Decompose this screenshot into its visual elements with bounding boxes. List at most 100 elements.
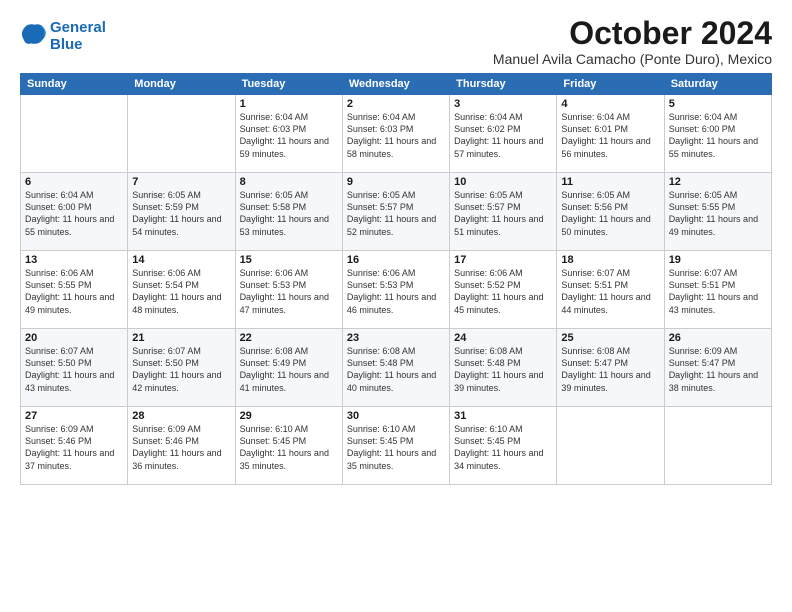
calendar-cell: 27Sunrise: 6:09 AMSunset: 5:46 PMDayligh… [21, 407, 128, 485]
day-info: Sunrise: 6:05 AMSunset: 5:57 PMDaylight:… [347, 189, 445, 238]
calendar-header-monday: Monday [128, 74, 235, 95]
calendar-cell: 17Sunrise: 6:06 AMSunset: 5:52 PMDayligh… [450, 251, 557, 329]
calendar-cell: 24Sunrise: 6:08 AMSunset: 5:48 PMDayligh… [450, 329, 557, 407]
calendar-header-friday: Friday [557, 74, 664, 95]
day-number: 6 [25, 176, 123, 188]
calendar-cell: 30Sunrise: 6:10 AMSunset: 5:45 PMDayligh… [342, 407, 449, 485]
calendar-week-row: 20 Sunrise: 6:07 AMSunset: 5:50 PMDayligh… [21, 329, 772, 407]
calendar-header-thursday: Thursday [450, 74, 557, 95]
day-info: Sunrise: 6:06 AMSunset: 5:54 PMDaylight:… [132, 267, 230, 316]
calendar-cell: 8Sunrise: 6:05 AMSunset: 5:58 PMDaylight… [235, 173, 342, 251]
day-number: 31 [454, 410, 552, 422]
calendar-cell: 19Sunrise: 6:07 AMSunset: 5:51 PMDayligh… [664, 251, 771, 329]
calendar-cell: 23Sunrise: 6:08 AMSunset: 5:48 PMDayligh… [342, 329, 449, 407]
day-number: 21 [132, 332, 230, 344]
calendar-week-row: 1Sunrise: 6:04 AMSunset: 6:03 PMDaylight… [21, 95, 772, 173]
day-number: 29 [240, 410, 338, 422]
calendar-cell [21, 95, 128, 173]
calendar-cell: 28Sunrise: 6:09 AMSunset: 5:46 PMDayligh… [128, 407, 235, 485]
day-info: Sunrise: 6:09 AMSunset: 5:46 PMDaylight:… [25, 423, 123, 472]
calendar-cell: 4Sunrise: 6:04 AMSunset: 6:01 PMDaylight… [557, 95, 664, 173]
calendar-cell: 14Sunrise: 6:06 AMSunset: 5:54 PMDayligh… [128, 251, 235, 329]
day-number: 27 [25, 410, 123, 422]
calendar-cell: 11Sunrise: 6:05 AMSunset: 5:56 PMDayligh… [557, 173, 664, 251]
day-number: 19 [669, 254, 767, 266]
day-info: Sunrise: 6:05 AMSunset: 5:55 PMDaylight:… [669, 189, 767, 238]
day-number: 17 [454, 254, 552, 266]
location-title: Manuel Avila Camacho (Ponte Duro), Mexic… [493, 51, 772, 67]
day-info: Sunrise: 6:06 AMSunset: 5:53 PMDaylight:… [347, 267, 445, 316]
logo-area: General Blue [20, 20, 106, 53]
logo-icon [20, 21, 48, 49]
calendar-cell: 10Sunrise: 6:05 AMSunset: 5:57 PMDayligh… [450, 173, 557, 251]
calendar-cell: 22Sunrise: 6:08 AMSunset: 5:49 PMDayligh… [235, 329, 342, 407]
day-info: Sunrise: 6:07 AMSunset: 5:51 PMDaylight:… [669, 267, 767, 316]
calendar-cell: 9Sunrise: 6:05 AMSunset: 5:57 PMDaylight… [342, 173, 449, 251]
calendar-cell: 1Sunrise: 6:04 AMSunset: 6:03 PMDaylight… [235, 95, 342, 173]
day-number: 20 [25, 332, 123, 344]
day-info: Sunrise: 6:04 AMSunset: 6:03 PMDaylight:… [347, 111, 445, 160]
day-number: 4 [561, 98, 659, 110]
calendar-week-row: 13Sunrise: 6:06 AMSunset: 5:55 PMDayligh… [21, 251, 772, 329]
day-number: 9 [347, 176, 445, 188]
day-info: Sunrise: 6:08 AMSunset: 5:48 PMDaylight:… [347, 345, 445, 394]
calendar-cell [557, 407, 664, 485]
day-info: Sunrise: 6:07 AMSunset: 5:51 PMDaylight:… [561, 267, 659, 316]
calendar-cell: 3Sunrise: 6:04 AMSunset: 6:02 PMDaylight… [450, 95, 557, 173]
day-info: Sunrise: 6:04 AMSunset: 6:00 PMDaylight:… [669, 111, 767, 160]
calendar-cell: 29Sunrise: 6:10 AMSunset: 5:45 PMDayligh… [235, 407, 342, 485]
calendar-header-saturday: Saturday [664, 74, 771, 95]
day-info: Sunrise: 6:10 AMSunset: 5:45 PMDaylight:… [347, 423, 445, 472]
day-info: Sunrise: 6:05 AMSunset: 5:59 PMDaylight:… [132, 189, 230, 238]
day-info: Sunrise: 6:05 AMSunset: 5:58 PMDaylight:… [240, 189, 338, 238]
day-info: Sunrise: 6:06 AMSunset: 5:55 PMDaylight:… [25, 267, 123, 316]
calendar-cell: 12Sunrise: 6:05 AMSunset: 5:55 PMDayligh… [664, 173, 771, 251]
calendar-header-sunday: Sunday [21, 74, 128, 95]
day-number: 24 [454, 332, 552, 344]
calendar-header-wednesday: Wednesday [342, 74, 449, 95]
day-number: 16 [347, 254, 445, 266]
calendar-cell: 5Sunrise: 6:04 AMSunset: 6:00 PMDaylight… [664, 95, 771, 173]
day-number: 28 [132, 410, 230, 422]
day-number: 15 [240, 254, 338, 266]
calendar-cell: 16Sunrise: 6:06 AMSunset: 5:53 PMDayligh… [342, 251, 449, 329]
page: General Blue October 2024 Manuel Avila C… [0, 0, 792, 612]
day-number: 23 [347, 332, 445, 344]
day-info: Sunrise: 6:09 AMSunset: 5:46 PMDaylight:… [132, 423, 230, 472]
calendar-cell: 20Sunrise: 6:07 AMSunset: 5:50 PMDayligh… [21, 329, 128, 407]
day-info: Sunrise: 6:10 AMSunset: 5:45 PMDaylight:… [454, 423, 552, 472]
day-info: Sunrise: 6:10 AMSunset: 5:45 PMDaylight:… [240, 423, 338, 472]
day-number: 18 [561, 254, 659, 266]
day-number: 5 [669, 98, 767, 110]
day-number: 7 [132, 176, 230, 188]
calendar-cell: 26Sunrise: 6:09 AMSunset: 5:47 PMDayligh… [664, 329, 771, 407]
calendar-cell: 7Sunrise: 6:05 AMSunset: 5:59 PMDaylight… [128, 173, 235, 251]
calendar-cell: 2Sunrise: 6:04 AMSunset: 6:03 PMDaylight… [342, 95, 449, 173]
day-info: Sunrise: 6:06 AMSunset: 5:53 PMDaylight:… [240, 267, 338, 316]
calendar-week-row: 6Sunrise: 6:04 AMSunset: 6:00 PMDaylight… [21, 173, 772, 251]
day-number: 10 [454, 176, 552, 188]
day-info: Sunrise: 6:08 AMSunset: 5:49 PMDaylight:… [240, 345, 338, 394]
day-number: 1 [240, 98, 338, 110]
day-info: Sunrise: 6:07 AMSunset: 5:50 PMDaylight:… [132, 345, 230, 394]
calendar-cell: 31Sunrise: 6:10 AMSunset: 5:45 PMDayligh… [450, 407, 557, 485]
calendar-cell: 21Sunrise: 6:07 AMSunset: 5:50 PMDayligh… [128, 329, 235, 407]
day-info: Sunrise: 6:04 AMSunset: 6:02 PMDaylight:… [454, 111, 552, 160]
calendar-cell: 6Sunrise: 6:04 AMSunset: 6:00 PMDaylight… [21, 173, 128, 251]
day-number: 25 [561, 332, 659, 344]
calendar-header-row: SundayMondayTuesdayWednesdayThursdayFrid… [21, 74, 772, 95]
day-info: Sunrise: 6:05 AMSunset: 5:56 PMDaylight:… [561, 189, 659, 238]
day-info: Sunrise: 6:08 AMSunset: 5:48 PMDaylight:… [454, 345, 552, 394]
day-number: 26 [669, 332, 767, 344]
day-number: 22 [240, 332, 338, 344]
header: General Blue October 2024 Manuel Avila C… [20, 16, 772, 67]
calendar-cell [664, 407, 771, 485]
day-number: 30 [347, 410, 445, 422]
day-info: Sunrise: 6:04 AMSunset: 6:01 PMDaylight:… [561, 111, 659, 160]
day-info: Sunrise: 6:04 AMSunset: 6:03 PMDaylight:… [240, 111, 338, 160]
day-info: Sunrise: 6:06 AMSunset: 5:52 PMDaylight:… [454, 267, 552, 316]
calendar-cell [128, 95, 235, 173]
calendar-cell: 13Sunrise: 6:06 AMSunset: 5:55 PMDayligh… [21, 251, 128, 329]
day-number: 14 [132, 254, 230, 266]
calendar-table: SundayMondayTuesdayWednesdayThursdayFrid… [20, 73, 772, 485]
